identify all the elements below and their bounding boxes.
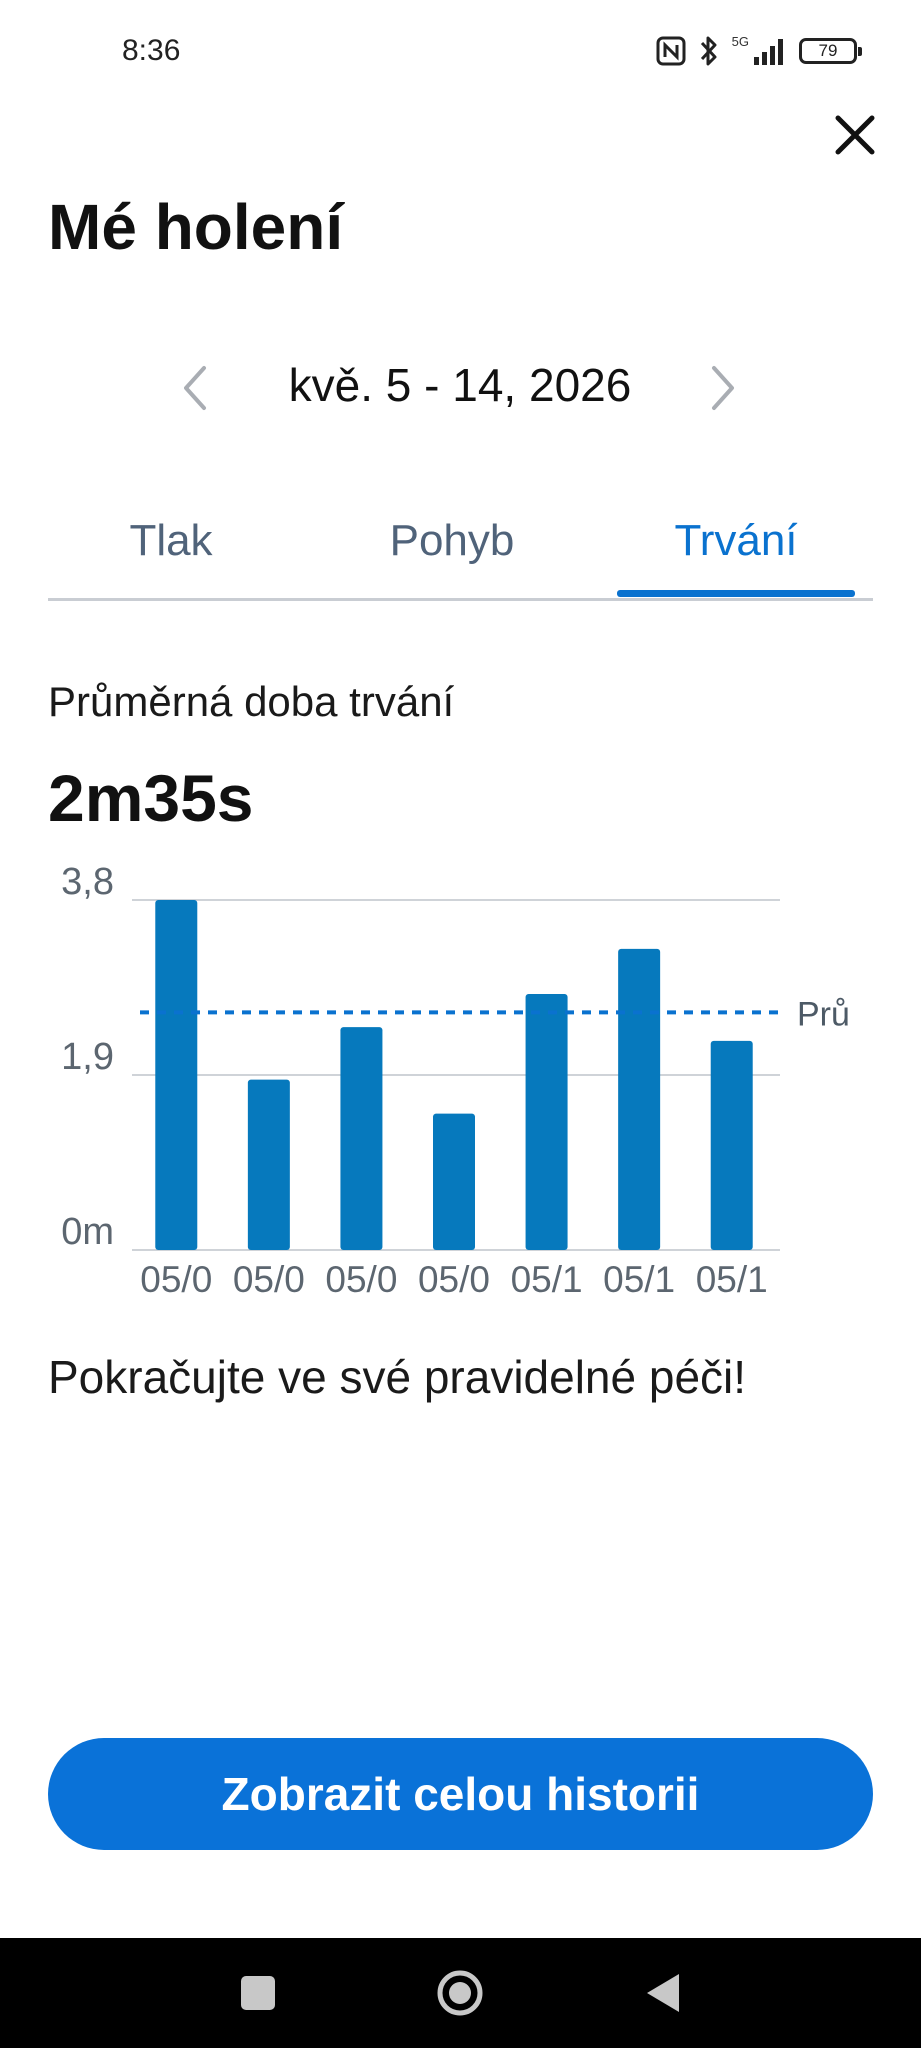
active-tab-indicator (617, 590, 855, 597)
bluetooth-icon (700, 36, 717, 66)
system-nav-bar (0, 1938, 921, 2048)
y-tick-label: 0m (61, 1211, 114, 1253)
y-tick-label: 3,8 (61, 861, 114, 903)
battery-icon: 79 (799, 38, 862, 64)
chart-bar (247, 1079, 290, 1250)
tab-duration[interactable]: Trvání (616, 500, 856, 598)
show-history-button[interactable]: Zobrazit celou historii (48, 1738, 873, 1850)
x-tick-label: 05/0 (418, 1259, 490, 1300)
chevron-right-icon[interactable] (702, 362, 742, 414)
y-tick-label: 1,9 (61, 1036, 114, 1078)
date-range: kvě. 5 - 14, 2026 (288, 359, 632, 411)
status-bar: 8:36 5G 79 (0, 0, 921, 104)
recents-icon[interactable] (203, 1938, 313, 2048)
page-title: Mé holení (48, 191, 344, 263)
battery-level: 79 (818, 41, 838, 60)
chart-bar (433, 1113, 475, 1250)
home-icon[interactable] (405, 1938, 515, 2048)
average-line-label: Prů (797, 995, 850, 1033)
x-tick-label: 05/1 (696, 1259, 768, 1300)
chart-bar (525, 993, 568, 1250)
chart-bar (340, 1027, 383, 1250)
metric-value: 2m35s (48, 761, 254, 835)
chart-bar (710, 1040, 753, 1250)
signal-icon (754, 39, 783, 65)
duration-bar-chart: 3,8 1,9 0m 05/0 05/0 05/0 05/0 05/1 05/1 05/1 Prů (61, 861, 850, 1300)
metric-label: Průměrná doba trvání (48, 678, 455, 725)
nfc-icon (656, 36, 686, 66)
chart-bar (155, 900, 198, 1250)
x-tick-label: 05/1 (511, 1259, 583, 1300)
x-tick-label: 05/1 (603, 1259, 675, 1300)
network-type: 5G (731, 34, 749, 49)
chart-bar (618, 948, 661, 1250)
status-icons: 5G 79 (656, 34, 862, 68)
duration-chart: 3,8 1,9 0m 05/0 05/0 05/0 05/0 05/1 05/1 05/1 Prů (0, 850, 921, 1310)
status-time: 8:36 (122, 34, 181, 67)
tab-pressure[interactable]: Tlak (51, 500, 291, 598)
x-tick-label: 05/0 (140, 1259, 212, 1300)
x-tick-label: 05/0 (325, 1259, 397, 1300)
chevron-left-icon[interactable] (176, 362, 216, 414)
x-tick-label: 05/0 (233, 1259, 305, 1300)
encouragement-text: Pokračujte ve své pravidelné péči! (48, 1351, 747, 1403)
tab-motion[interactable]: Pohyb (332, 500, 572, 598)
tab-bar: Tlak Pohyb Trvání (48, 500, 873, 601)
back-icon[interactable] (607, 1938, 717, 2048)
close-icon[interactable] (826, 106, 884, 164)
